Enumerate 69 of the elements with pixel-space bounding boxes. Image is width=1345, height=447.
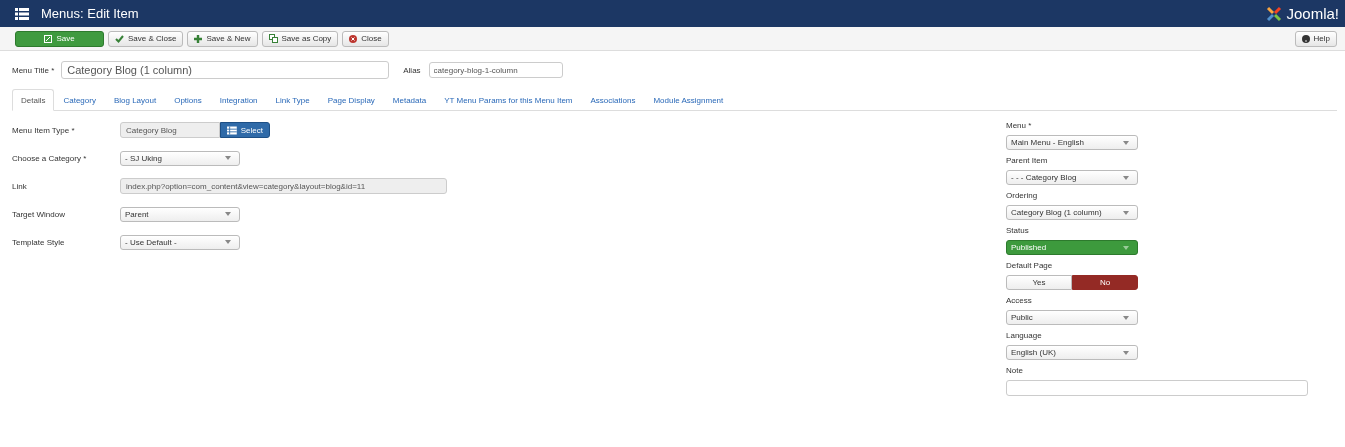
caret-icon xyxy=(1123,140,1129,145)
caret-icon xyxy=(225,156,231,160)
toolbar-button[interactable]: Close xyxy=(342,30,389,47)
caret-icon xyxy=(1123,315,1129,320)
close-icon xyxy=(349,34,358,43)
field-label: Link xyxy=(12,181,28,191)
toolbar-button[interactable]: Save as Copy xyxy=(261,30,339,47)
caret-icon xyxy=(225,212,231,216)
select-field[interactable]: - Use Default - xyxy=(120,234,240,250)
field-label: Note xyxy=(1006,366,1024,375)
tab[interactable]: Blog Layout xyxy=(104,89,166,111)
page-title: Menus: Edit Item xyxy=(41,6,139,21)
alias-field[interactable]: category-blog-1-column xyxy=(428,62,563,78)
field-label: Choose a Category * xyxy=(12,153,88,163)
select-field[interactable]: Main Menu - English xyxy=(1006,135,1138,150)
select-field[interactable]: Category Blog (1 column) xyxy=(1006,205,1138,220)
field-label: Language xyxy=(1006,331,1043,340)
field-label: Access xyxy=(1006,296,1033,305)
field-label: Menu Title * xyxy=(12,65,55,75)
tab[interactable]: Options xyxy=(165,89,211,111)
select-field[interactable]: English (UK) xyxy=(1006,345,1138,360)
field-label: Menu Item Type * xyxy=(12,125,76,135)
tab[interactable]: Module Assignment xyxy=(644,89,733,111)
field-label: Menu * xyxy=(1006,121,1033,130)
toggle-option[interactable]: No xyxy=(1072,275,1138,290)
tab[interactable]: Integration xyxy=(210,89,267,111)
field-label: Ordering xyxy=(1006,191,1039,200)
link-field: index.php?option=com_content&view=category&layout=blog&id=11 xyxy=(120,178,447,194)
title-field[interactable]: Category Blog (1 column) xyxy=(61,61,390,79)
tab[interactable]: YT Menu Params for this Menu Item xyxy=(435,89,582,111)
tab[interactable]: Link Type xyxy=(266,89,319,111)
plus-icon xyxy=(194,34,203,43)
field-label: Template Style xyxy=(12,237,66,247)
note-field[interactable] xyxy=(1006,380,1308,396)
tab[interactable]: Category xyxy=(54,89,105,111)
menu-icon xyxy=(15,7,29,20)
type-field: Category Blog xyxy=(120,122,220,138)
field-label: Parent Item xyxy=(1006,156,1049,165)
caret-icon xyxy=(225,240,231,244)
field-label: Default Page xyxy=(1006,261,1054,270)
select-field[interactable]: Parent xyxy=(120,206,240,222)
tab[interactable]: Page Display xyxy=(318,89,384,111)
caret-icon xyxy=(1123,210,1129,215)
tab[interactable]: Associations xyxy=(581,89,645,111)
logo-icon xyxy=(1265,4,1284,23)
help-icon xyxy=(1301,34,1310,43)
select-button[interactable]: Select xyxy=(220,122,270,138)
help-button[interactable]: Help xyxy=(1294,30,1337,47)
status-select[interactable]: Published xyxy=(1006,240,1138,255)
copy-icon xyxy=(268,34,278,43)
caret-icon xyxy=(1123,175,1129,180)
caret-icon xyxy=(1123,245,1129,250)
check-icon xyxy=(115,34,124,43)
edit-icon xyxy=(44,34,53,43)
toolbar-button[interactable]: Save & New xyxy=(187,30,258,47)
tab[interactable]: Details xyxy=(12,89,55,111)
brand-name: Joomla! xyxy=(1286,5,1339,22)
toggle-option[interactable]: Yes xyxy=(1006,275,1072,290)
field-label: Alias xyxy=(403,65,421,75)
tab[interactable]: Metadata xyxy=(383,89,436,111)
select-field[interactable]: - - - Category Blog xyxy=(1006,170,1138,185)
list-icon xyxy=(227,125,237,135)
caret-icon xyxy=(1123,350,1129,355)
select-field[interactable]: Public xyxy=(1006,310,1138,325)
toolbar-button[interactable]: Save & Close xyxy=(108,30,184,47)
select-field[interactable]: - SJ Uking xyxy=(120,150,240,166)
toolbar-button[interactable]: Save xyxy=(15,30,104,47)
field-label: Status xyxy=(1006,226,1030,235)
field-label: Target Window xyxy=(12,209,66,219)
